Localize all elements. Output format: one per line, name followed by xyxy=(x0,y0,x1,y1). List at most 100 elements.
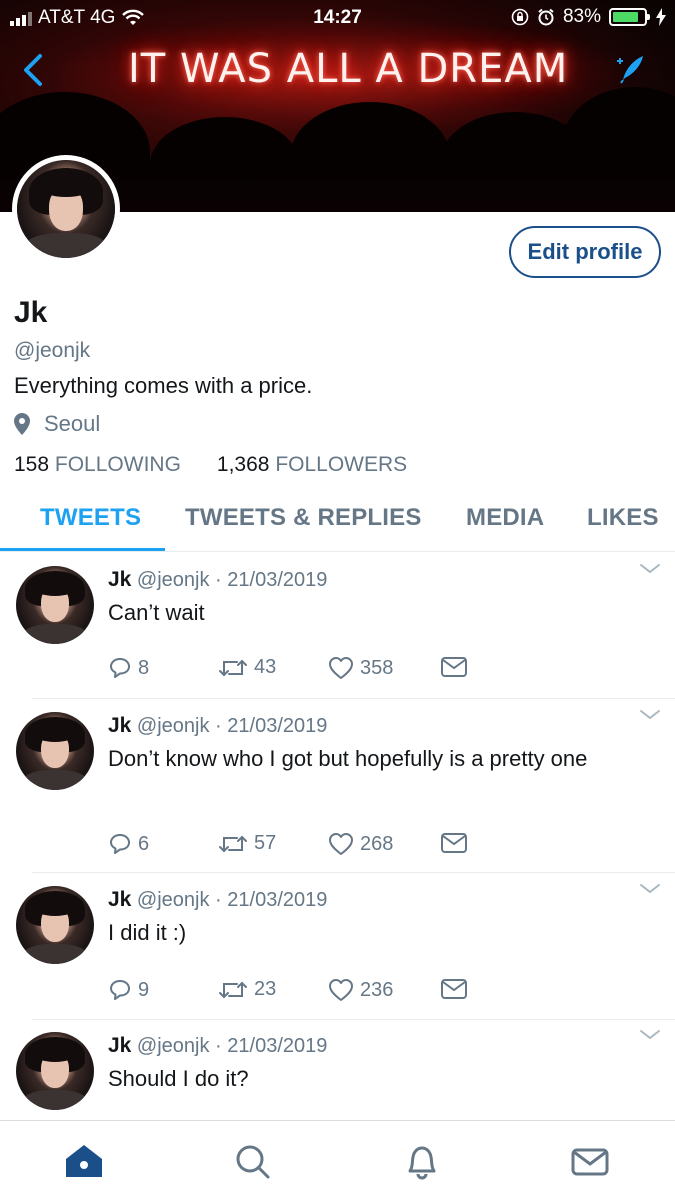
tab-likes[interactable]: LIKES xyxy=(587,504,659,532)
followers-label: FOLLOWERS xyxy=(275,453,408,476)
reply-button[interactable]: 6 xyxy=(108,832,149,856)
reply-button[interactable]: 8 xyxy=(108,656,149,680)
tweet-author-name[interactable]: Jk xyxy=(108,714,131,737)
direct-message-button[interactable] xyxy=(440,978,468,1000)
chevron-down-icon[interactable] xyxy=(639,708,661,722)
direct-message-button[interactable] xyxy=(440,656,468,678)
tweet-avatar[interactable] xyxy=(16,712,94,790)
tweet-author-name[interactable]: Jk xyxy=(108,888,131,911)
tweet-author-name[interactable]: Jk xyxy=(108,1034,131,1057)
heart-icon xyxy=(329,657,353,679)
like-count: 268 xyxy=(360,832,394,855)
tweet-text: Don’t know who I got but hopefully is a … xyxy=(108,746,588,771)
like-button[interactable]: 358 xyxy=(328,656,393,680)
retweet-button[interactable]: 23 xyxy=(218,978,276,1001)
reply-count: 6 xyxy=(138,832,150,855)
retweet-icon xyxy=(219,659,247,676)
tabs-divider xyxy=(0,551,675,552)
battery-percent: 83% xyxy=(562,6,601,27)
tweet-actions: 6 57 268 xyxy=(108,832,488,860)
tweet-text: I did it :) xyxy=(108,920,187,945)
tweet-text: Should I do it? xyxy=(108,1066,249,1091)
search-icon[interactable] xyxy=(232,1141,272,1181)
tweet-header: Jk @jeonjk · 21/03/2019 xyxy=(108,888,327,912)
following-link[interactable]: 158 FOLLOWING xyxy=(14,453,181,477)
tweet-text: Can’t wait xyxy=(108,600,205,625)
tweet-date: · 21/03/2019 xyxy=(215,1035,328,1057)
tweet-author-name[interactable]: Jk xyxy=(108,568,131,591)
battery-icon xyxy=(609,8,650,26)
tweet-divider xyxy=(32,872,675,873)
tweet-header: Jk @jeonjk · 21/03/2019 xyxy=(108,568,327,592)
like-button[interactable]: 236 xyxy=(328,978,393,1002)
tweet-date: · 21/03/2019 xyxy=(215,715,328,737)
reply-icon xyxy=(110,834,130,854)
envelope-icon xyxy=(441,657,467,677)
banner-neon-text: IT WAS ALL A DREAM xyxy=(128,46,569,92)
tweet-actions: 8 43 358 xyxy=(108,656,488,684)
retweet-count: 23 xyxy=(254,978,277,1000)
profile-location: Seoul xyxy=(14,411,100,437)
tweet-author-handle: @jeonjk xyxy=(136,1035,210,1057)
tweet-author-handle: @jeonjk xyxy=(136,889,210,911)
tweet-divider xyxy=(32,1019,675,1020)
tweet-date: · 21/03/2019 xyxy=(215,889,328,911)
envelope-icon xyxy=(441,833,467,853)
mail-icon[interactable] xyxy=(570,1141,610,1181)
location-label: Seoul xyxy=(44,411,101,436)
alarm-icon xyxy=(538,8,554,26)
retweet-button[interactable]: 57 xyxy=(218,832,276,855)
profile-bio: Everything comes with a price. xyxy=(14,373,313,398)
retweet-count: 57 xyxy=(254,832,277,854)
heart-icon xyxy=(329,833,353,855)
like-count: 358 xyxy=(360,656,394,679)
tweet-author-handle: @jeonjk xyxy=(136,569,210,591)
tab-tweets-replies[interactable]: TWEETS & REPLIES xyxy=(185,504,422,532)
tab-media[interactable]: MEDIA xyxy=(466,504,544,532)
profile-tabs: TWEETS TWEETS & REPLIES MEDIA LIKES xyxy=(0,496,675,552)
location-pin-icon xyxy=(14,413,30,435)
reply-count: 8 xyxy=(138,656,150,679)
reply-icon xyxy=(110,658,130,678)
profile-name: Jk xyxy=(14,296,48,329)
followers-count: 1,368 xyxy=(216,453,270,476)
tweet-header: Jk @jeonjk · 21/03/2019 xyxy=(108,714,327,738)
like-button[interactable]: 268 xyxy=(328,832,393,856)
retweet-button[interactable]: 43 xyxy=(218,656,276,679)
follow-stats: 158 FOLLOWING 1,368 FOLLOWERS xyxy=(14,453,407,477)
tweet-actions: 9 23 236 xyxy=(108,978,488,1006)
followers-link[interactable]: 1,368 FOLLOWERS xyxy=(217,453,407,477)
profile-handle: @jeonjk xyxy=(14,339,91,362)
compose-tweet-icon[interactable] xyxy=(613,52,647,86)
tweet-divider xyxy=(32,698,675,699)
following-label: FOLLOWING xyxy=(54,453,181,476)
tab-tweets[interactable]: TWEETS xyxy=(40,504,141,532)
tweet-header: Jk @jeonjk · 21/03/2019 xyxy=(108,1034,327,1058)
like-count: 236 xyxy=(360,978,394,1001)
reply-icon xyxy=(110,980,130,1000)
chevron-down-icon[interactable] xyxy=(639,562,661,576)
home-icon[interactable] xyxy=(64,1141,104,1181)
bell-icon[interactable] xyxy=(402,1141,442,1181)
charging-icon xyxy=(656,8,666,26)
chevron-down-icon[interactable] xyxy=(639,882,661,896)
reply-button[interactable]: 9 xyxy=(108,978,149,1002)
following-count: 158 xyxy=(14,453,50,476)
back-icon[interactable] xyxy=(16,50,52,90)
tweet-author-handle: @jeonjk xyxy=(136,715,210,737)
tweet-avatar[interactable] xyxy=(16,566,94,644)
retweet-icon xyxy=(219,835,247,852)
rotation-lock-icon xyxy=(511,8,529,26)
edit-profile-button[interactable]: Edit profile xyxy=(509,226,661,278)
envelope-icon xyxy=(441,979,467,999)
tweet-avatar[interactable] xyxy=(16,1032,94,1110)
bottom-nav-bar xyxy=(0,1120,675,1200)
tweet-avatar[interactable] xyxy=(16,886,94,964)
retweet-icon xyxy=(219,981,247,998)
direct-message-button[interactable] xyxy=(440,832,468,854)
retweet-count: 43 xyxy=(254,656,277,678)
reply-count: 9 xyxy=(138,978,150,1001)
chevron-down-icon[interactable] xyxy=(639,1028,661,1042)
profile-avatar[interactable] xyxy=(12,155,120,263)
tweet-date: · 21/03/2019 xyxy=(215,569,328,591)
